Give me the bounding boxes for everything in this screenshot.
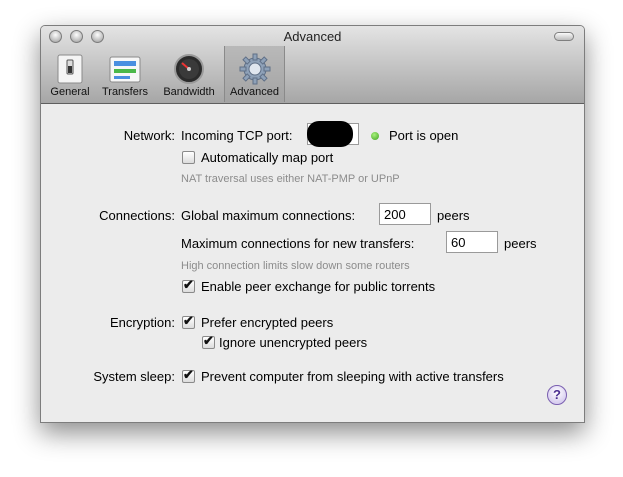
transfer-connections-input[interactable] <box>446 231 498 253</box>
tab-bandwidth[interactable]: Bandwidth <box>157 46 221 102</box>
transfer-connections-label: Maximum connections for new transfers: <box>181 236 415 251</box>
checkmark-icon: ✔ <box>183 313 194 328</box>
system-sleep-section-label: System sleep: <box>93 369 175 384</box>
tab-general[interactable]: General <box>46 46 94 102</box>
checkmark-icon: ✔ <box>183 367 194 382</box>
redacted-port <box>307 121 353 147</box>
help-button[interactable]: ? <box>547 385 567 405</box>
general-icon <box>57 54 83 84</box>
gear-icon <box>239 53 270 85</box>
encryption-section-label: Encryption: <box>109 315 175 330</box>
prefer-encrypted-label: Prefer encrypted peers <box>201 315 334 330</box>
connections-hint: High connection limits slow down some ro… <box>181 260 410 272</box>
tab-transfers[interactable]: Transfers <box>97 46 153 102</box>
auto-map-port-label: Automatically map port <box>201 150 334 165</box>
checkmark-icon: ✔ <box>183 277 194 292</box>
prevent-sleep-label: Prevent computer from sleeping with acti… <box>201 369 504 384</box>
transfers-icon <box>109 56 141 83</box>
network-section-label: Network: <box>123 128 175 143</box>
port-label: Incoming TCP port: <box>181 128 293 143</box>
preferences-window: Advanced General Transfers Bandwidth Adv… <box>40 25 585 423</box>
tab-general-label: General <box>50 86 90 98</box>
tab-advanced-label: Advanced <box>230 86 279 98</box>
tab-advanced[interactable]: Advanced <box>224 46 285 102</box>
port-status-text: Port is open <box>389 128 459 143</box>
ignore-unencrypted-label: Ignore unencrypted peers <box>219 335 368 350</box>
global-connections-unit: peers <box>437 208 470 223</box>
peer-exchange-checkbox[interactable]: ✔ <box>182 277 195 293</box>
advanced-pane: Network: Incoming TCP port: Port is open… <box>41 104 584 422</box>
tab-bandwidth-label: Bandwidth <box>163 86 215 98</box>
global-connections-input[interactable] <box>379 203 431 225</box>
window-title: Advanced <box>283 29 342 44</box>
checkmark-icon: ✔ <box>203 333 214 348</box>
nat-hint: NAT traversal uses either NAT-PMP or UPn… <box>181 173 400 185</box>
global-connections-label: Global maximum connections: <box>181 208 356 223</box>
port-status-indicator <box>371 132 379 140</box>
auto-map-port-checkbox[interactable] <box>182 151 195 164</box>
transfer-connections-unit: peers <box>504 236 537 251</box>
tab-transfers-label: Transfers <box>101 86 149 98</box>
toolbar-toggle-button[interactable] <box>554 32 574 41</box>
prevent-sleep-checkbox[interactable]: ✔ <box>182 367 195 383</box>
peer-exchange-label: Enable peer exchange for public torrents <box>201 279 436 294</box>
ignore-unencrypted-checkbox[interactable]: ✔ <box>202 333 215 349</box>
prefer-encrypted-checkbox[interactable]: ✔ <box>182 313 195 329</box>
toolbar: Advanced General Transfers Bandwidth Adv… <box>41 26 584 104</box>
connections-section-label: Connections: <box>99 208 175 223</box>
bandwidth-icon <box>174 54 204 84</box>
